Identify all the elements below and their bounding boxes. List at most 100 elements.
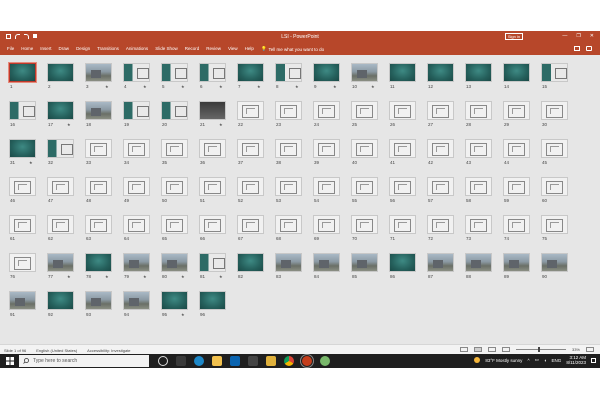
slide-preview[interactable] <box>389 215 416 234</box>
slide-preview[interactable] <box>275 139 302 158</box>
slide-preview[interactable] <box>237 177 264 196</box>
slide-thumbnail[interactable]: 38 <box>275 139 305 169</box>
slide-thumbnail[interactable]: 54 <box>313 177 343 207</box>
tab-review[interactable]: Review <box>206 46 221 52</box>
slide-thumbnail[interactable]: 75 <box>541 215 571 245</box>
slide-thumbnail[interactable]: 9 ★ <box>313 63 343 93</box>
slide-preview[interactable] <box>85 177 112 196</box>
slide-preview[interactable] <box>503 139 530 158</box>
slide-preview[interactable] <box>275 63 302 82</box>
slide-thumbnail[interactable]: 13 <box>465 63 495 93</box>
notification-icon[interactable] <box>591 357 596 363</box>
slide-preview[interactable] <box>351 177 378 196</box>
slide-thumbnail[interactable]: 37 <box>237 139 267 169</box>
slide-thumbnail[interactable]: 65 <box>161 215 191 245</box>
slide-thumbnail[interactable]: 43 <box>465 139 495 169</box>
slide-thumbnail[interactable]: 72 <box>427 215 457 245</box>
slide-thumbnail[interactable]: 70 <box>351 215 381 245</box>
tab-home[interactable]: Home <box>21 46 33 52</box>
slide-thumbnail[interactable]: 60 <box>541 177 571 207</box>
slide-thumbnail[interactable]: 3 ★ <box>85 63 115 93</box>
slide-thumbnail[interactable]: 45 <box>541 139 571 169</box>
slide-thumbnail[interactable]: 44 <box>503 139 533 169</box>
normal-view-button[interactable] <box>459 347 468 352</box>
task-view-icon[interactable] <box>158 356 168 366</box>
slide-preview[interactable] <box>123 177 150 196</box>
slide-thumbnail[interactable]: 69 <box>313 215 343 245</box>
slide-preview[interactable] <box>85 291 112 310</box>
slide-preview[interactable] <box>541 215 568 234</box>
language-status[interactable]: English (United States) <box>36 348 77 353</box>
slide-thumbnail[interactable]: 12 <box>427 63 457 93</box>
accessibility-status[interactable]: Accessibility: Investigate <box>87 348 130 353</box>
slide-preview[interactable] <box>275 101 302 120</box>
slide-preview[interactable] <box>47 139 74 158</box>
slide-preview[interactable] <box>123 253 150 272</box>
slide-thumbnail[interactable]: 42 <box>427 139 457 169</box>
slide-preview[interactable] <box>161 291 188 310</box>
slide-thumbnail[interactable]: 88 <box>465 253 495 283</box>
slide-preview[interactable] <box>199 253 226 272</box>
slide-thumbnail[interactable]: 58 <box>465 177 495 207</box>
slide-preview[interactable] <box>123 215 150 234</box>
slide-preview[interactable] <box>47 101 74 120</box>
slide-thumbnail[interactable]: 84 <box>313 253 343 283</box>
slide-thumbnail[interactable]: 94 <box>123 291 153 321</box>
slide-thumbnail[interactable]: 50 <box>161 177 191 207</box>
edge-browser-icon[interactable] <box>194 356 204 366</box>
slide-thumbnail[interactable]: 92 <box>47 291 77 321</box>
slide-thumbnail[interactable]: 77 ★ <box>47 253 77 283</box>
tab-help[interactable]: Help <box>245 46 254 52</box>
close-button[interactable]: ✕ <box>590 33 594 39</box>
slide-preview[interactable] <box>541 253 568 272</box>
slide-thumbnail[interactable]: 10 ★ <box>351 63 381 93</box>
slide-preview[interactable] <box>275 253 302 272</box>
slide-thumbnail[interactable]: 80 ★ <box>161 253 191 283</box>
slide-thumbnail[interactable]: 90 <box>541 253 571 283</box>
slide-preview[interactable] <box>123 101 150 120</box>
slide-sorter-view-button[interactable] <box>473 347 482 352</box>
tab-design[interactable]: Design <box>76 46 90 52</box>
slide-preview[interactable] <box>389 63 416 82</box>
slide-preview[interactable] <box>389 253 416 272</box>
slide-thumbnail[interactable]: 19 <box>123 101 153 131</box>
slide-preview[interactable] <box>161 139 188 158</box>
slide-thumbnail[interactable]: 7 ★ <box>237 63 267 93</box>
comments-icon[interactable] <box>586 46 592 51</box>
slide-thumbnail[interactable]: 31 ★ <box>9 139 39 169</box>
taskbar-search-box[interactable]: Type here to search <box>19 355 149 367</box>
slide-thumbnail[interactable]: 85 <box>351 253 381 283</box>
slide-preview[interactable] <box>47 291 74 310</box>
store-icon[interactable] <box>248 356 258 366</box>
zoom-slider[interactable] <box>515 347 566 352</box>
slide-preview[interactable] <box>199 139 226 158</box>
slide-preview[interactable] <box>9 139 36 158</box>
slide-thumbnail[interactable]: 39 <box>313 139 343 169</box>
slide-thumbnail[interactable]: 11 <box>389 63 419 93</box>
slide-thumbnail[interactable]: 27 <box>427 101 457 131</box>
slide-preview[interactable] <box>503 253 530 272</box>
tell-me-search[interactable]: 💡 Tell me what you want to do <box>261 46 324 52</box>
slide-thumbnail[interactable]: 18 <box>85 101 115 131</box>
slide-preview[interactable] <box>123 139 150 158</box>
slide-thumbnail[interactable]: 26 <box>389 101 419 131</box>
slide-thumbnail[interactable]: 32 <box>47 139 77 169</box>
slide-preview[interactable] <box>47 253 74 272</box>
slide-thumbnail[interactable]: 21 ★ <box>199 101 229 131</box>
slide-thumbnail[interactable]: 36 <box>199 139 229 169</box>
slide-preview[interactable] <box>427 101 454 120</box>
slide-preview[interactable] <box>123 63 150 82</box>
slide-thumbnail[interactable]: 55 <box>351 177 381 207</box>
slide-thumbnail[interactable]: 71 <box>389 215 419 245</box>
slide-preview[interactable] <box>199 291 226 310</box>
slide-preview[interactable] <box>85 63 112 82</box>
slide-preview[interactable] <box>47 177 74 196</box>
slide-preview[interactable] <box>427 177 454 196</box>
slide-thumbnail[interactable]: 34 <box>123 139 153 169</box>
slide-preview[interactable] <box>465 215 492 234</box>
slideshow-view-button[interactable] <box>501 347 510 352</box>
share-icon[interactable] <box>574 46 580 51</box>
slide-preview[interactable] <box>199 63 226 82</box>
chevron-up-icon[interactable]: ^ <box>527 358 529 363</box>
slide-thumbnail[interactable]: 1 <box>8 62 39 93</box>
